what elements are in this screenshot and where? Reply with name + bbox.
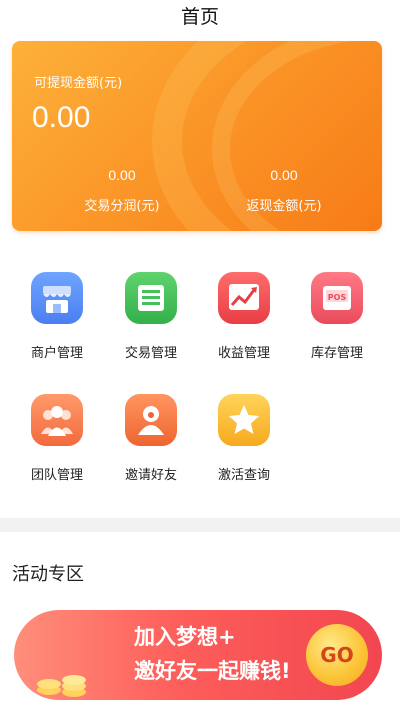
promo-banner[interactable]: 加入梦想+ 邀好友一起赚钱! GO — [14, 610, 382, 700]
revenue-chart-icon — [218, 272, 270, 324]
profit-value: 0.00 — [108, 167, 136, 183]
withdrawable-value: 0.00 — [32, 101, 91, 134]
go-button[interactable]: GO — [306, 624, 368, 686]
profit-label: 交易分润(元) — [84, 199, 160, 214]
menu-label-inventory: 库存管理 — [310, 346, 363, 361]
transaction-icon — [125, 272, 177, 324]
svg-text:POS: POS — [328, 293, 347, 302]
section-title: 活动专区 — [12, 564, 84, 585]
pos-icon: POS — [311, 272, 363, 324]
menu-item-merchant[interactable]: 商户管理 — [12, 272, 102, 361]
invite-icon — [125, 394, 177, 446]
menu-item-invite[interactable]: 邀请好友 — [106, 394, 196, 483]
menu-label-revenue: 收益管理 — [217, 346, 270, 361]
cashback-value: 0.00 — [270, 167, 298, 183]
banner-line1: 加入梦想+ — [134, 625, 236, 649]
profit-block[interactable]: 0.00 交易分润(元) — [42, 167, 202, 214]
page-title: 首页 — [180, 6, 219, 28]
menu-label-transaction: 交易管理 — [124, 346, 177, 361]
menu-item-inventory[interactable]: POS 库存管理 — [292, 272, 382, 361]
banner-line2: 邀好友一起赚钱! — [134, 659, 291, 683]
section-divider — [0, 518, 400, 532]
menu-label-merchant: 商户管理 — [30, 346, 83, 361]
menu-label-activation: 激活查询 — [217, 468, 270, 483]
cashback-block[interactable]: 0.00 返现金额(元) — [204, 167, 364, 214]
star-icon — [218, 394, 270, 446]
menu-label-team: 团队管理 — [30, 468, 83, 483]
menu-item-team[interactable]: 团队管理 — [12, 394, 102, 483]
cashback-label: 返现金额(元) — [246, 199, 322, 214]
top-bar: 首页 — [0, 0, 400, 34]
earnings-card[interactable]: 可提现金额(元) 0.00 0.00 交易分润(元) 0.00 返现金额(元) — [12, 41, 382, 231]
merchant-icon — [31, 272, 83, 324]
banner-text: 加入梦想+ 邀好友一起赚钱! — [134, 620, 291, 688]
withdrawable-label: 可提现金额(元) — [34, 76, 123, 91]
menu-item-revenue[interactable]: 收益管理 — [199, 272, 289, 361]
menu-item-activation[interactable]: 激活查询 — [199, 394, 289, 483]
team-icon — [31, 394, 83, 446]
coins-illustration — [37, 675, 86, 697]
menu-label-invite: 邀请好友 — [124, 468, 177, 483]
menu-item-transaction[interactable]: 交易管理 — [106, 272, 196, 361]
